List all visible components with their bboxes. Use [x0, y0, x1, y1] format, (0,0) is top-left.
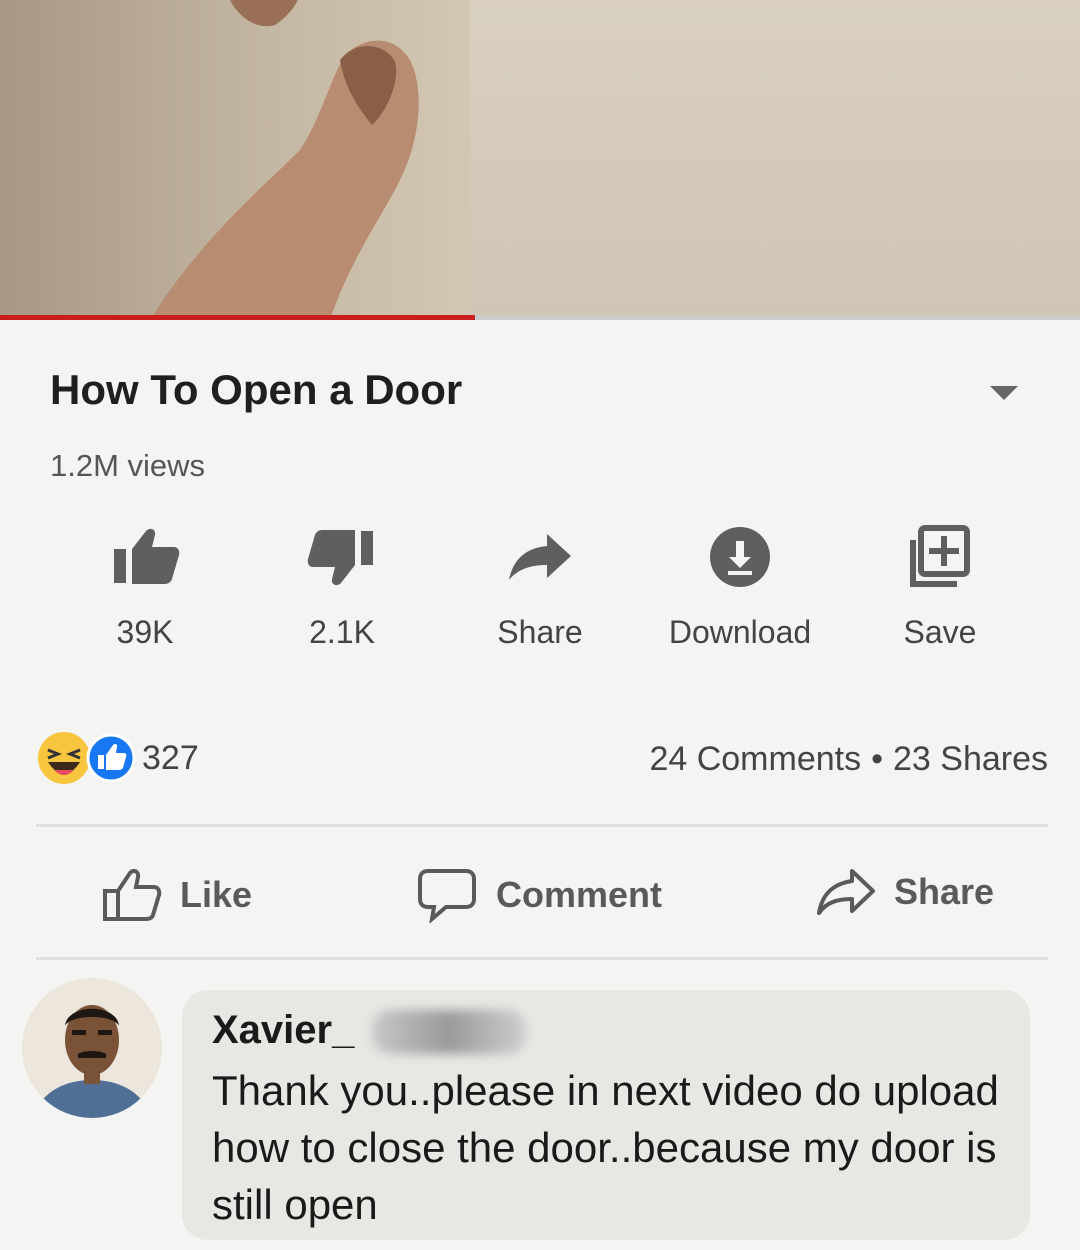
save-label: Save	[903, 614, 977, 650]
avatar[interactable]	[22, 978, 162, 1118]
share-arrow-icon	[440, 520, 640, 594]
divider	[36, 957, 1048, 960]
comment-bubble: Xavier_ Thank you..please in next video …	[182, 990, 1030, 1240]
reactions-summary[interactable]: 327	[36, 730, 199, 786]
view-count: 1.2M views	[50, 448, 206, 483]
comments-count[interactable]: 24 Comments	[649, 740, 861, 778]
fb-like-button[interactable]: Like	[102, 867, 252, 923]
haha-reaction-icon	[38, 732, 90, 784]
engagement-stats: 24 Comments • 23 Shares	[649, 740, 1048, 779]
fb-like-label: Like	[180, 874, 253, 915]
video-progress-bar[interactable]	[0, 315, 1080, 320]
like-reaction-icon	[86, 733, 136, 783]
like-count: 39K	[116, 614, 174, 650]
comment-text: Thank you..please in next video do uploa…	[212, 1067, 999, 1228]
stats-separator: •	[871, 740, 883, 778]
fb-comment-button[interactable]: Comment	[416, 867, 662, 923]
share-outline-icon	[817, 869, 875, 915]
like-button[interactable]: 39K	[45, 520, 245, 651]
comment-outline-icon	[418, 869, 476, 923]
share-button[interactable]: Share	[440, 520, 640, 651]
fb-share-button[interactable]: Share	[816, 867, 994, 917]
post-actions: Like Comment Share	[36, 845, 1048, 945]
share-label: Share	[497, 614, 583, 650]
fb-comment-label: Comment	[496, 874, 663, 915]
shares-count[interactable]: 23 Shares	[893, 740, 1048, 778]
video-frame-door	[470, 0, 1080, 320]
video-player[interactable]	[0, 0, 1080, 320]
video-actions: 39K 2.1K Share Download Save	[50, 520, 1050, 670]
video-progress-fill	[0, 315, 476, 320]
download-label: Download	[668, 614, 812, 650]
thumbs-up-icon	[45, 520, 245, 594]
download-icon	[640, 520, 840, 594]
like-outline-icon	[103, 868, 162, 921]
save-button[interactable]: Save	[840, 520, 1040, 651]
video-title: How To Open a Door	[50, 366, 463, 413]
thumbs-down-icon	[242, 520, 442, 594]
dislike-button[interactable]: 2.1K	[242, 520, 442, 651]
divider	[36, 824, 1048, 827]
save-playlist-icon	[840, 520, 1040, 594]
dislike-count: 2.1K	[309, 614, 375, 650]
comment-author[interactable]: Xavier_	[212, 1008, 354, 1053]
reaction-count: 327	[142, 738, 199, 777]
download-button[interactable]: Download	[640, 520, 840, 651]
fb-share-label: Share	[894, 871, 995, 912]
video-frame-hand	[150, 0, 419, 320]
redacted-surname	[372, 1010, 527, 1054]
expand-caret-icon[interactable]	[990, 386, 1018, 400]
